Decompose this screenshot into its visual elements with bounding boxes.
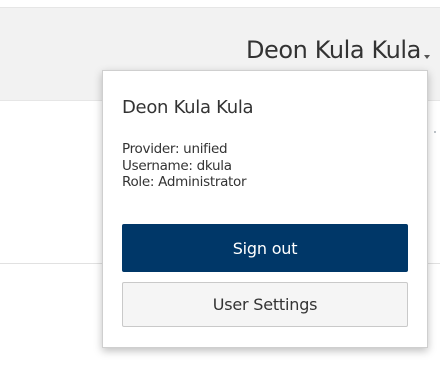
user-menu-dropdown: Deon Kula Kula Provider: unified Usernam… xyxy=(102,70,428,348)
provider-line: Provider: unified xyxy=(122,141,228,157)
chevron-down-icon xyxy=(424,55,430,59)
user-menu-toggle[interactable]: Deon Kula Kula xyxy=(246,36,430,64)
dropdown-user-name: Deon Kula Kula xyxy=(122,97,254,118)
user-details: Provider: unified Username: dkula Role: … xyxy=(122,141,247,191)
user-display-name: Deon Kula Kula xyxy=(245,36,421,64)
username-line: Username: dkula xyxy=(122,157,232,174)
decorative-dot xyxy=(434,131,436,133)
sign-out-button[interactable]: Sign out xyxy=(122,224,408,272)
role-line: Role: Administrator xyxy=(122,174,247,190)
user-settings-button[interactable]: User Settings xyxy=(122,282,408,327)
